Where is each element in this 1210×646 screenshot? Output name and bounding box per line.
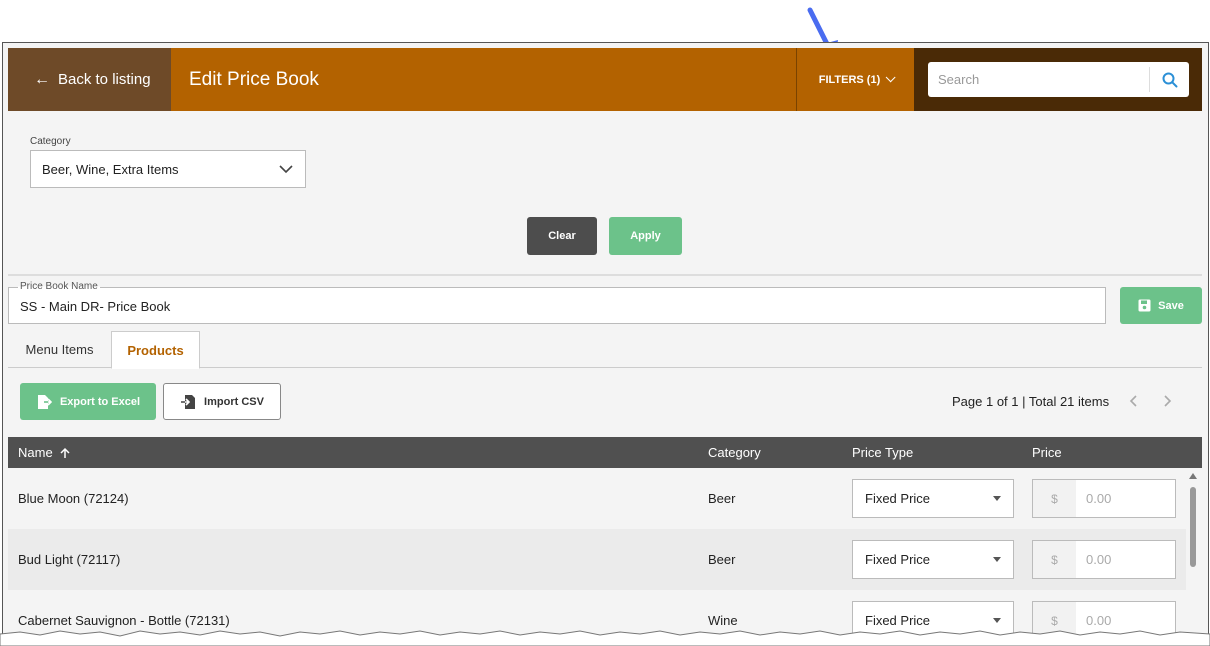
table-toolbar: Export to Excel Import CSV Page 1 of 1 |… — [8, 369, 1202, 438]
caret-down-icon — [993, 557, 1001, 562]
name-header-label: Name — [18, 445, 53, 460]
table-body: Blue Moon (72124) Beer Fixed Price $ 0.0… — [8, 468, 1186, 645]
pagination-info: Page 1 of 1 | Total 21 items — [952, 394, 1109, 409]
page-title: Edit Price Book — [189, 68, 319, 90]
scroll-up-arrow-icon[interactable] — [1189, 473, 1197, 479]
column-header-price: Price — [1032, 445, 1062, 460]
product-name: Blue Moon (72124) — [18, 491, 129, 506]
category-label: Category — [30, 136, 71, 147]
top-bar: ← Back to listing Edit Price Book FILTER… — [8, 48, 1202, 111]
export-file-icon — [37, 394, 52, 409]
price-type-select[interactable]: Fixed Price — [852, 540, 1014, 579]
pager-separator: | — [1018, 394, 1029, 409]
search-area — [914, 48, 1202, 111]
column-header-price-type: Price Type — [852, 445, 914, 460]
export-to-excel-button[interactable]: Export to Excel — [20, 383, 156, 420]
export-label: Export to Excel — [59, 395, 141, 408]
product-category: Beer — [708, 491, 736, 506]
tab-menu-items[interactable]: Menu Items — [8, 331, 111, 368]
search-input[interactable] — [928, 63, 1149, 96]
column-header-name[interactable]: Name — [18, 437, 71, 468]
product-name: Cabernet Sauvignon - Bottle (72131) — [18, 613, 230, 628]
save-button[interactable]: Save — [1120, 287, 1202, 324]
tab-bar: Menu Items Products — [8, 331, 1202, 369]
price-book-name-field[interactable]: Price Book Name SS - Main DR- Price Book — [8, 281, 1106, 324]
save-label: Save — [1158, 299, 1184, 312]
floppy-disk-icon — [1138, 299, 1151, 312]
search-button[interactable] — [1149, 67, 1189, 92]
back-label: Back to listing — [58, 71, 151, 88]
price-type-value: Fixed Price — [865, 552, 931, 567]
caret-down-icon — [993, 496, 1001, 501]
search-icon — [1162, 72, 1177, 87]
torn-edge-decoration — [0, 630, 1210, 646]
back-to-listing-button[interactable]: ← Back to listing — [8, 48, 171, 111]
product-name: Bud Light (72117) — [18, 552, 121, 567]
price-type-select[interactable]: Fixed Price — [852, 479, 1014, 518]
filters-label: FILTERS (1) — [818, 73, 881, 86]
total-items: Total 21 items — [1028, 394, 1110, 409]
table-header: Name Category Price Type Price — [8, 437, 1202, 468]
price-value[interactable]: 0.00 — [1076, 480, 1175, 517]
scroll-thumb[interactable] — [1190, 487, 1196, 567]
currency-symbol: $ — [1033, 480, 1076, 517]
column-header-category: Category — [708, 445, 761, 460]
page-title-bar: Edit Price Book — [171, 48, 796, 111]
price-book-name-label: Price Book Name — [18, 281, 100, 292]
table-row: Blue Moon (72124) Beer Fixed Price $ 0.0… — [8, 468, 1186, 529]
chevron-right-icon — [1164, 395, 1172, 407]
chevron-down-icon — [279, 164, 293, 173]
price-book-name-input[interactable]: SS - Main DR- Price Book — [20, 299, 170, 314]
product-category: Beer — [708, 552, 736, 567]
product-category: Wine — [708, 613, 738, 628]
clear-button[interactable]: Clear — [527, 217, 597, 255]
currency-symbol: $ — [1033, 541, 1076, 578]
import-csv-button[interactable]: Import CSV — [163, 383, 281, 420]
price-type-value: Fixed Price — [865, 491, 931, 506]
import-file-icon — [181, 394, 196, 409]
filter-panel: Category Beer, Wine, Extra Items Clear A… — [8, 111, 1202, 276]
apply-button[interactable]: Apply — [609, 217, 682, 255]
next-page-button[interactable] — [1161, 391, 1175, 411]
import-label: Import CSV — [204, 395, 264, 408]
category-select[interactable]: Beer, Wine, Extra Items — [30, 150, 306, 188]
table-row: Bud Light (72117) Beer Fixed Price $ 0.0… — [8, 529, 1186, 590]
page-indicator: Page 1 of 1 — [952, 394, 1019, 409]
price-value[interactable]: 0.00 — [1076, 541, 1175, 578]
chevron-down-icon — [885, 72, 896, 83]
price-input[interactable]: $ 0.00 — [1032, 479, 1176, 518]
sort-ascending-icon — [60, 447, 70, 458]
table-scrollbar[interactable] — [1187, 470, 1199, 645]
arrow-left-icon: ← — [34, 70, 50, 88]
tab-products[interactable]: Products — [111, 331, 200, 369]
category-value: Beer, Wine, Extra Items — [42, 161, 179, 177]
search-box — [928, 62, 1189, 97]
price-input[interactable]: $ 0.00 — [1032, 540, 1176, 579]
price-type-value: Fixed Price — [865, 613, 931, 628]
previous-page-button[interactable] — [1126, 391, 1140, 411]
chevron-left-icon — [1129, 395, 1137, 407]
app-window: ← Back to listing Edit Price Book FILTER… — [2, 42, 1209, 646]
filters-button[interactable]: FILTERS (1) — [796, 48, 914, 111]
caret-down-icon — [993, 618, 1001, 623]
